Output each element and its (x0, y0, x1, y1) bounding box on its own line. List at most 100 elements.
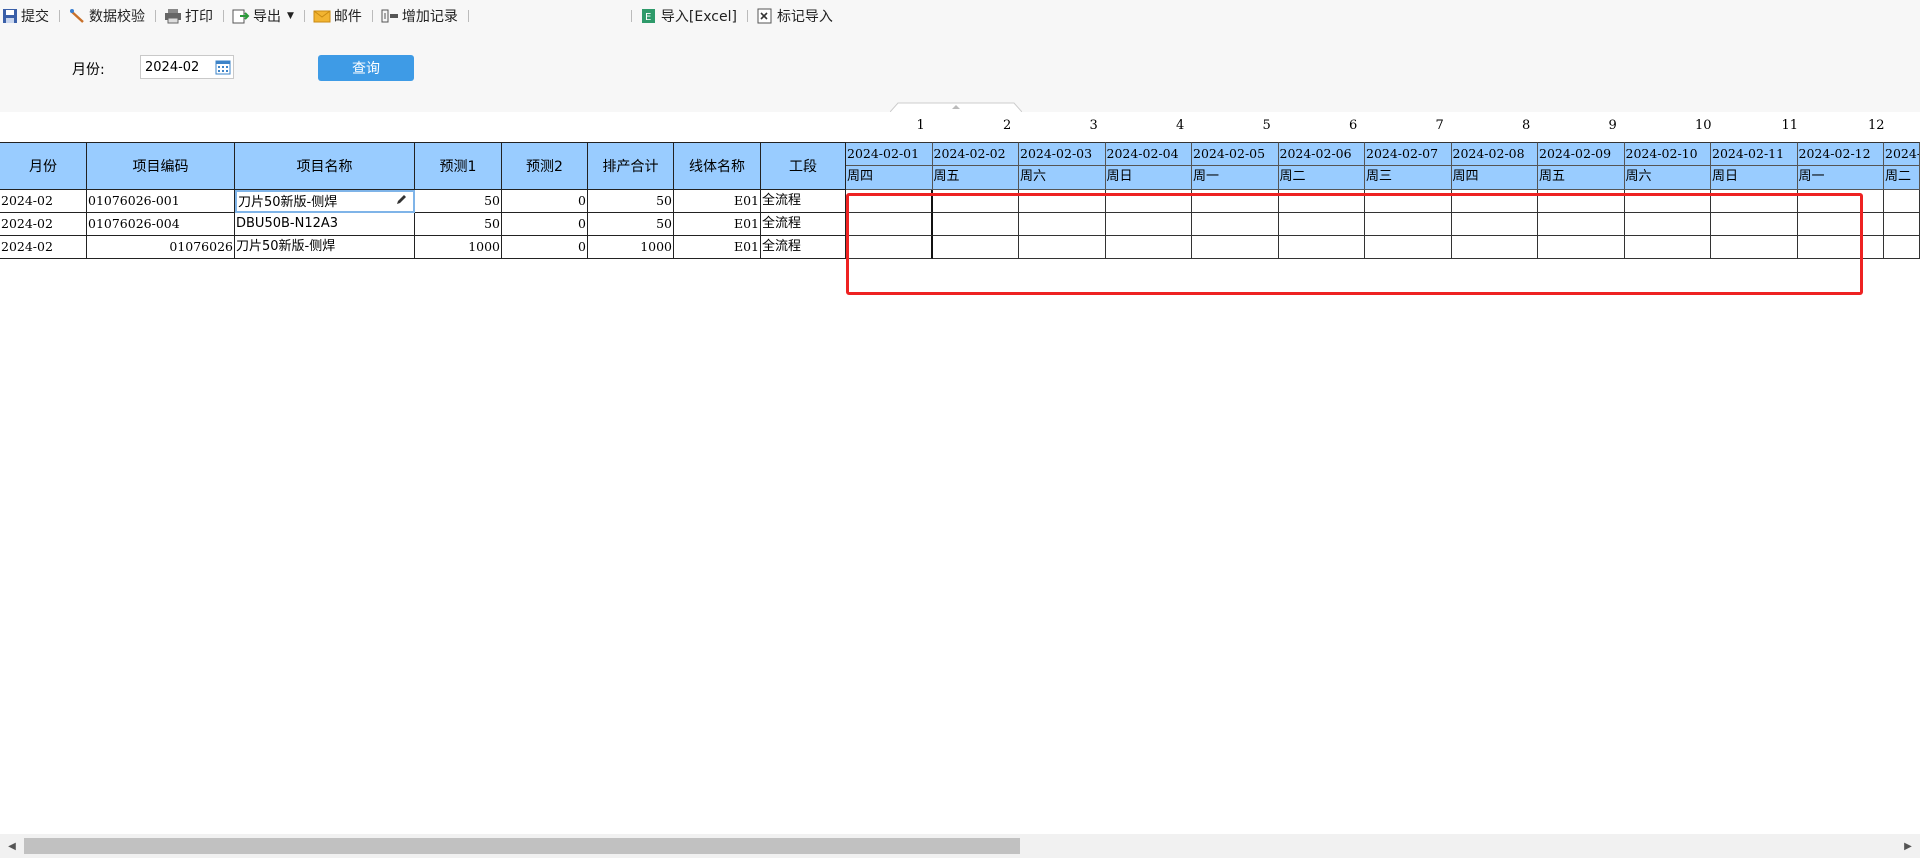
collapse-panel-handle[interactable] (890, 102, 1022, 112)
table-cell-month[interactable]: 2024-02 (0, 190, 87, 213)
filter-panel: 月份: 查询 (0, 32, 1920, 112)
toolbar: 提交 数据校验 打印 导出 ▼ 邮件 增加记录 E 导入[Excel] 标记导入 (0, 0, 1920, 32)
column-number: 8 (1522, 118, 1531, 133)
column-header[interactable]: 排产合计 (588, 142, 674, 190)
scrollbar-thumb[interactable] (24, 838, 1020, 854)
date-header[interactable]: 2024-02-08 (1451, 142, 1538, 166)
table-cell-f2[interactable]: 0 (502, 190, 588, 213)
table-cell-f2[interactable]: 0 (502, 213, 588, 236)
weekday-header: 周一 (1797, 166, 1884, 190)
svg-text:E: E (645, 12, 651, 23)
table-cell-name[interactable]: 刀片50新版-侧焊 (235, 236, 415, 259)
date-header[interactable]: 2024-02-10 (1624, 142, 1711, 166)
table-cell-f1[interactable]: 50 (415, 213, 502, 236)
mail-button[interactable]: 邮件 (311, 4, 366, 28)
add-record-button[interactable]: 增加记录 (379, 4, 462, 28)
table-cell-stage[interactable]: 全流程 (761, 213, 846, 236)
scroll-left-icon[interactable]: ◀ (4, 838, 20, 854)
table-cell-f1[interactable]: 1000 (415, 236, 502, 259)
weekday-header: 周二 (1278, 166, 1365, 190)
mark-import-label: 标记导入 (776, 9, 833, 25)
toolbar-divider (155, 10, 156, 22)
table-cell-f2[interactable]: 0 (502, 236, 588, 259)
column-number: 3 (1089, 118, 1098, 133)
toolbar-divider (467, 10, 469, 22)
calendar-button[interactable] (212, 56, 234, 78)
date-header[interactable]: 2024-02-06 (1278, 142, 1365, 166)
date-header[interactable]: 2024-02-09 (1538, 142, 1625, 166)
column-header[interactable]: 预测1 (415, 142, 502, 190)
print-button[interactable]: 打印 (162, 4, 217, 28)
date-header[interactable]: 2024-02-11 (1711, 142, 1798, 166)
schedule-cell[interactable] (1884, 213, 1920, 236)
export-button[interactable]: 导出 ▼ (230, 4, 298, 28)
table-cell-code[interactable]: 01076026-004 (87, 213, 235, 236)
save-icon (3, 9, 17, 23)
weekday-header: 周二 (1884, 166, 1920, 190)
column-header[interactable]: 月份 (0, 142, 87, 190)
table-cell-total[interactable]: 50 (588, 190, 674, 213)
scroll-right-icon[interactable]: ▶ (1900, 838, 1916, 854)
toolbar-divider (371, 10, 373, 22)
mark-import-button[interactable]: 标记导入 (754, 4, 837, 28)
date-header[interactable]: 2024-02-03 (1019, 142, 1106, 166)
toolbar-divider (303, 10, 305, 22)
column-header[interactable]: 项目名称 (235, 142, 415, 190)
column-header[interactable]: 线体名称 (674, 142, 761, 190)
column-number: 2 (1003, 118, 1012, 133)
toolbar-divider (223, 10, 224, 22)
table-cell-stage[interactable]: 全流程 (761, 190, 846, 213)
table-cell-month[interactable]: 2024-02 (0, 213, 87, 236)
table-cell-name[interactable]: 刀片50新版-侧焊 (235, 190, 415, 213)
date-header[interactable]: 2024-0 (1884, 142, 1920, 166)
pencil-icon[interactable] (395, 194, 407, 206)
date-header[interactable]: 2024-02-04 (1105, 142, 1192, 166)
export-icon (232, 9, 250, 24)
toolbar-divider (746, 10, 748, 22)
import-excel-button[interactable]: E 导入[Excel] (638, 4, 741, 28)
table-cell-line[interactable]: E01 (674, 190, 761, 213)
weekday-header: 周四 (846, 166, 933, 190)
table-cell-line[interactable]: E01 (674, 213, 761, 236)
weekday-header: 周五 (1538, 166, 1625, 190)
toolbar-divider (59, 10, 60, 22)
highlight-box (846, 193, 1863, 295)
date-header[interactable]: 2024-02-01 (846, 142, 933, 166)
date-header[interactable]: 2024-02-12 (1797, 142, 1884, 166)
import-excel-label: 导入[Excel] (660, 9, 737, 25)
weekday-header: 周日 (1711, 166, 1798, 190)
schedule-cell[interactable] (1884, 236, 1920, 259)
table-cell-name[interactable]: DBU50B-N12A3 (235, 213, 415, 236)
validate-button[interactable]: 数据校验 (66, 4, 149, 28)
export-label: 导出 (253, 9, 281, 25)
excel-icon: E (641, 9, 655, 23)
weekday-header: 周六 (1019, 166, 1106, 190)
column-header[interactable]: 预测2 (502, 142, 588, 190)
chevron-down-icon: ▼ (287, 11, 294, 21)
print-label: 打印 (185, 9, 213, 25)
submit-button[interactable]: 提交 (0, 4, 53, 28)
column-number: 1 (916, 118, 925, 133)
table-cell-code[interactable]: 01076026 (87, 236, 235, 259)
calendar-icon (215, 60, 231, 75)
table-cell-code[interactable]: 01076026-001 (87, 190, 235, 213)
mail-label: 邮件 (333, 9, 362, 25)
magic-wand-icon (70, 9, 84, 23)
table-cell-total[interactable]: 50 (588, 213, 674, 236)
column-header[interactable]: 项目编码 (87, 142, 235, 190)
date-header[interactable]: 2024-02-05 (1192, 142, 1279, 166)
table-cell-line[interactable]: E01 (674, 236, 761, 259)
table-cell-total[interactable]: 1000 (588, 236, 674, 259)
table-cell-f1[interactable]: 50 (415, 190, 502, 213)
column-header[interactable]: 工段 (761, 142, 846, 190)
query-button[interactable]: 查询 (318, 55, 414, 81)
weekday-header: 周五 (932, 166, 1019, 190)
date-header[interactable]: 2024-02-02 (932, 142, 1019, 166)
printer-icon (165, 9, 181, 24)
schedule-cell[interactable] (1884, 190, 1920, 213)
table-cell-stage[interactable]: 全流程 (761, 236, 846, 259)
date-header[interactable]: 2024-02-07 (1365, 142, 1452, 166)
column-number: 11 (1781, 118, 1799, 133)
horizontal-scrollbar[interactable]: ◀ ▶ (0, 834, 1920, 858)
table-cell-month[interactable]: 2024-02 (0, 236, 87, 259)
